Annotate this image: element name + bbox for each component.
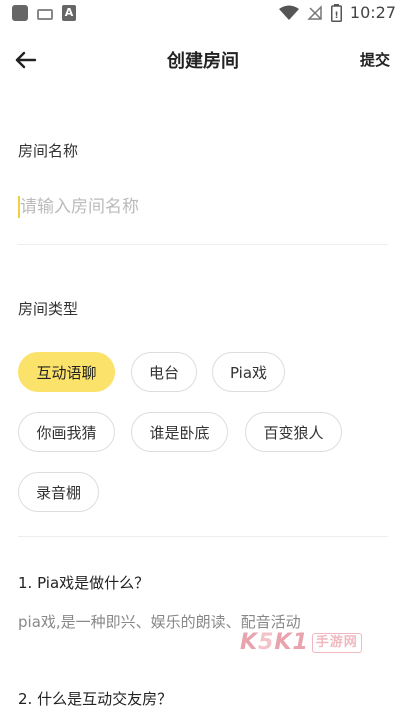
text-caret bbox=[18, 196, 20, 218]
status-time: 10:27 bbox=[349, 3, 396, 22]
watermark-k: K bbox=[240, 630, 259, 655]
divider bbox=[18, 244, 388, 245]
no-signal-icon bbox=[307, 4, 322, 20]
room-type-option-undercover[interactable]: 谁是卧底 bbox=[131, 412, 228, 452]
room-type-option-draw-guess[interactable]: 你画我猜 bbox=[18, 412, 115, 452]
create-room-screen: A ! 10:27 创建房间 提交 房间名称 请输入房间名称 房间类型 互动语聊… bbox=[0, 0, 406, 720]
watermark-1: 1 bbox=[292, 630, 309, 655]
site-watermark: K 5 K 1 手游网 bbox=[240, 630, 362, 655]
keyboard-icon bbox=[37, 8, 53, 20]
a-badge-icon: A bbox=[62, 5, 76, 21]
room-type-option-pia[interactable]: Pia戏 bbox=[212, 352, 285, 392]
app-square-icon bbox=[12, 5, 28, 21]
page-title: 创建房间 bbox=[167, 51, 239, 72]
watermark-k2: K bbox=[274, 630, 293, 655]
submit-button[interactable]: 提交 bbox=[360, 49, 390, 70]
status-right-icons: ! 10:27 bbox=[278, 3, 396, 22]
room-type-option-radio[interactable]: 电台 bbox=[131, 352, 197, 392]
room-name-label: 房间名称 bbox=[18, 142, 79, 160]
watermark-box: 手游网 bbox=[311, 632, 362, 653]
faq-answer-1: pia戏,是一种即兴、娱乐的朗读、配音活动 bbox=[18, 613, 301, 631]
room-name-input[interactable] bbox=[18, 188, 388, 226]
room-name-field bbox=[18, 188, 388, 228]
status-left-icons: A bbox=[12, 5, 76, 21]
faq-question-2: 2. 什么是互动交友房？ bbox=[18, 690, 173, 708]
room-type-option-interactive-chat[interactable]: 互动语聊 bbox=[18, 352, 115, 392]
wifi-icon bbox=[278, 5, 299, 20]
battery-icon: ! bbox=[330, 3, 342, 22]
watermark-5: 5 bbox=[258, 630, 275, 655]
room-type-option-werewolf[interactable]: 百变狼人 bbox=[245, 412, 342, 452]
faq-question-1: 1. Pia戏是做什么？ bbox=[18, 574, 150, 592]
room-type-label: 房间类型 bbox=[18, 300, 79, 318]
room-type-option-recording-studio[interactable]: 录音棚 bbox=[18, 472, 99, 512]
divider bbox=[18, 536, 388, 537]
status-bar: A ! 10:27 bbox=[0, 0, 406, 30]
header: 创建房间 提交 bbox=[0, 30, 406, 90]
svg-text:!: ! bbox=[334, 11, 338, 21]
